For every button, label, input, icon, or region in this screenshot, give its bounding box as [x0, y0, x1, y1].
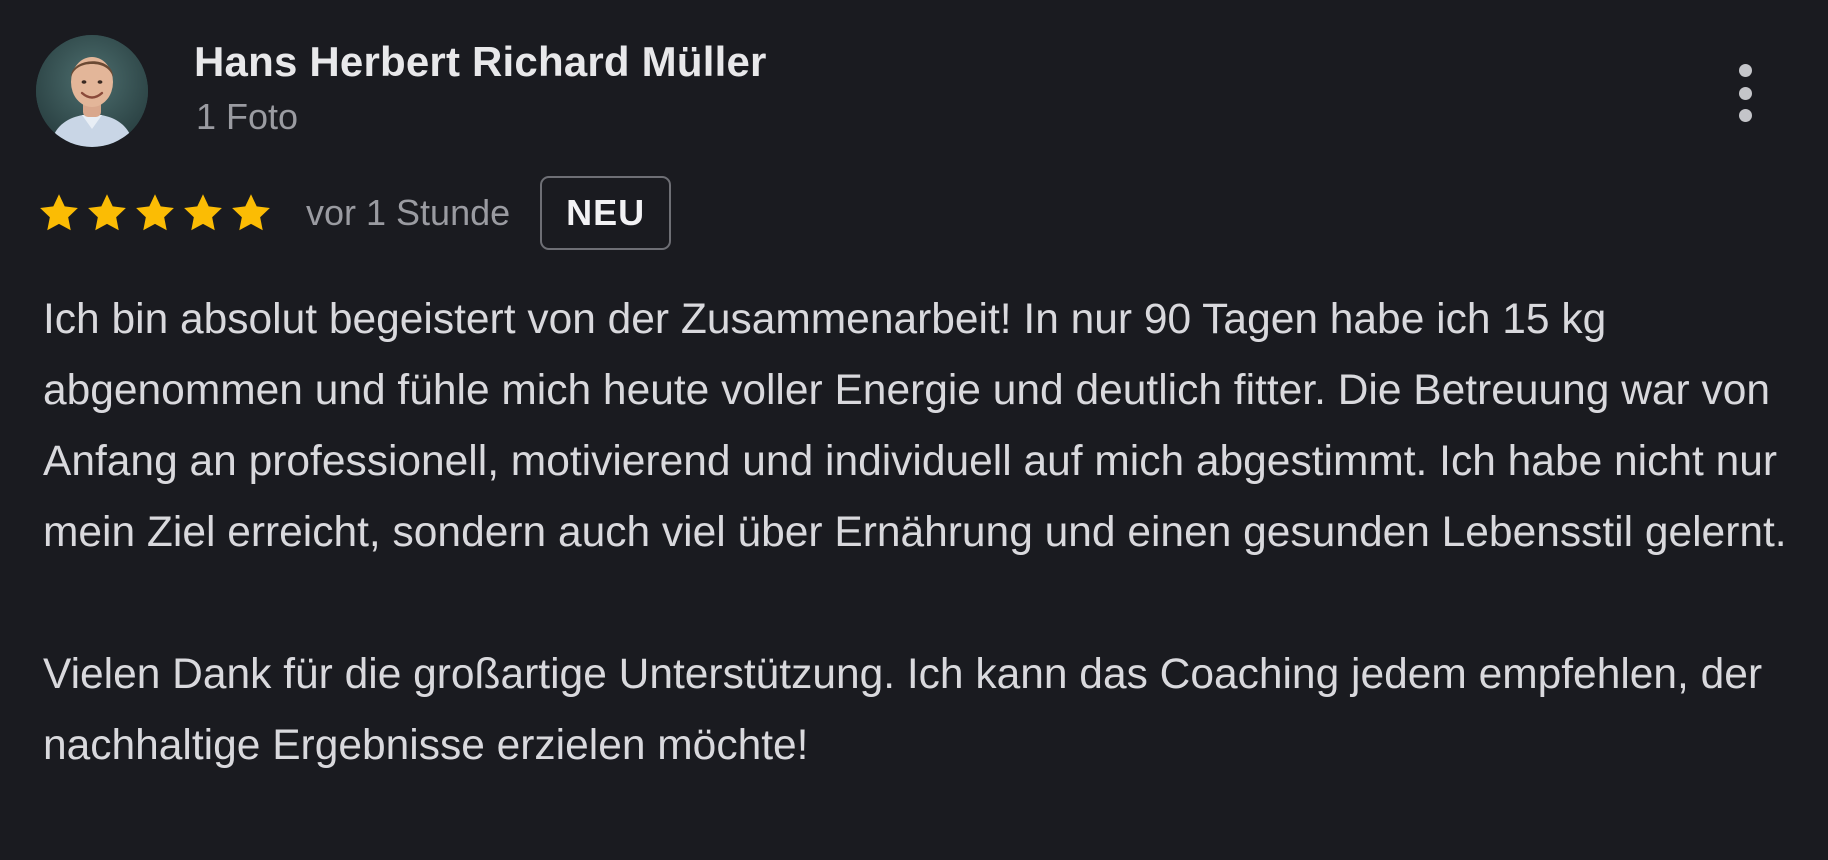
author-name[interactable]: Hans Herbert Richard Müller: [194, 38, 767, 86]
star-rating: [36, 191, 274, 235]
star-icon: [132, 191, 178, 235]
avatar-image: [36, 35, 148, 147]
star-icon: [36, 191, 82, 235]
more-vertical-icon-dot: [1738, 86, 1752, 100]
review-card: Hans Herbert Richard Müller 1 Foto vor 1…: [0, 0, 1828, 860]
new-badge: NEU: [540, 176, 672, 250]
review-paragraph: Vielen Dank für die großartige Unterstüt…: [43, 651, 1763, 769]
more-vertical-icon: [1738, 64, 1752, 77]
review-timestamp: vor 1 Stunde: [306, 192, 511, 233]
star-icon: [180, 191, 226, 235]
review-text: Ich bin absolut begeistert von der Zusam…: [43, 284, 1803, 781]
star-icon: [84, 191, 130, 235]
star-icon: [228, 191, 274, 235]
more-options-button[interactable]: [1720, 58, 1770, 128]
author-photo-count: 1 Foto: [196, 96, 299, 137]
review-paragraph: Ich bin absolut begeistert von der Zusam…: [43, 296, 1787, 556]
more-vertical-icon-dot: [1738, 109, 1752, 122]
rating-row: vor 1 Stunde NEU: [36, 176, 672, 250]
author-avatar[interactable]: [36, 35, 148, 147]
